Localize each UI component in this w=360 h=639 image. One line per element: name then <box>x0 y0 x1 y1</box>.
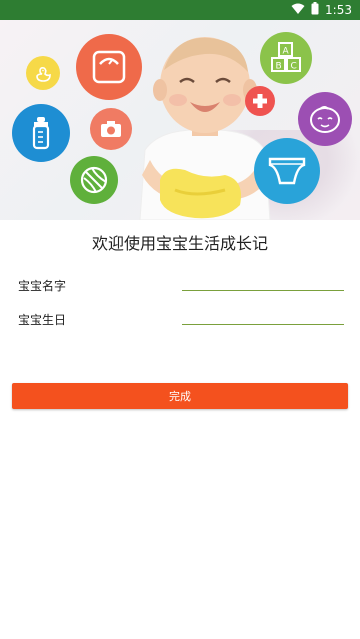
svg-text:C: C <box>291 62 297 72</box>
abc-blocks-icon: ABC <box>260 32 312 84</box>
status-bar-right: 1:53 <box>291 2 352 18</box>
duck-icon <box>26 56 60 90</box>
camera-icon <box>90 108 132 150</box>
done-button[interactable]: 完成 <box>12 383 348 409</box>
medical-cross-icon <box>245 86 275 116</box>
svg-text:B: B <box>276 62 282 72</box>
baby-birthday-input[interactable] <box>182 302 344 325</box>
scale-icon <box>76 34 142 100</box>
hero-banner: ABC <box>0 20 360 220</box>
welcome-title: 欢迎使用宝宝生活成长记 <box>91 234 268 253</box>
svg-text:A: A <box>283 47 290 57</box>
baby-bottle-icon <box>12 104 70 162</box>
battery-icon <box>311 2 319 18</box>
status-time: 1:53 <box>325 3 352 17</box>
baby-name-label: 宝宝名字 <box>18 279 67 293</box>
baby-face-icon <box>298 92 352 146</box>
ball-icon <box>70 156 118 204</box>
baby-birthday-label: 宝宝生日 <box>18 313 67 327</box>
status-bar: 1:53 <box>0 0 360 20</box>
baby-name-input[interactable] <box>182 268 344 291</box>
diaper-icon <box>254 138 320 204</box>
wifi-icon <box>291 3 305 18</box>
